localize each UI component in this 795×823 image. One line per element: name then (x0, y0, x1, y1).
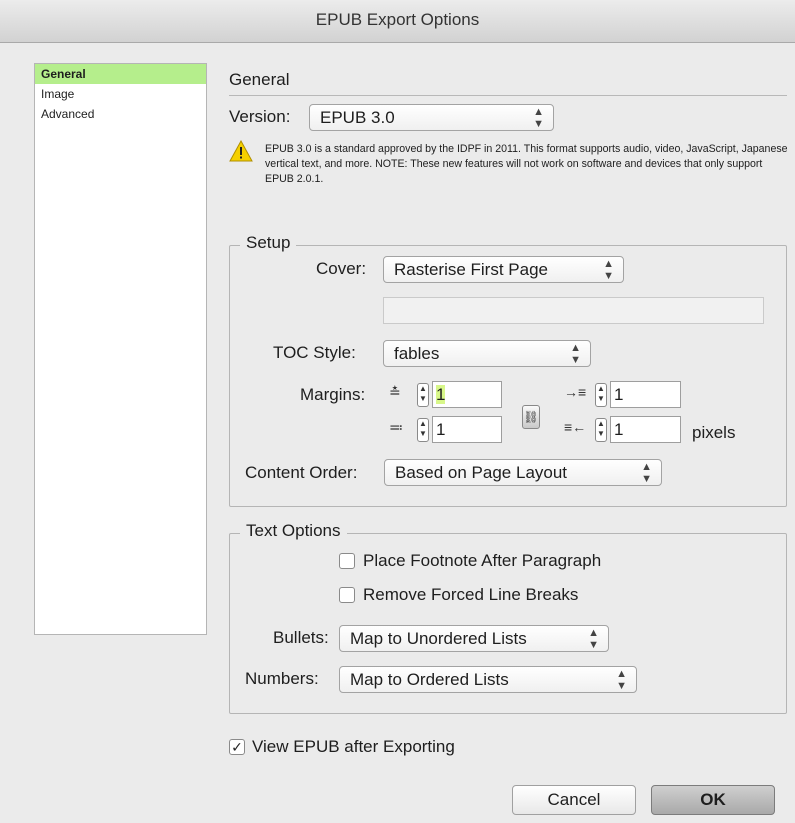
ok-button[interactable]: OK (651, 785, 775, 815)
cover-label: Cover: (316, 259, 367, 278)
view-after-checkbox[interactable]: ✓ (229, 739, 245, 755)
version-popup[interactable]: EPUB 3.0 ▲ ▼ (309, 104, 554, 131)
updown-arrows-icon: ▲ ▼ (603, 258, 614, 282)
line-breaks-checkbox[interactable] (339, 587, 355, 603)
version-value: EPUB 3.0 (320, 108, 395, 127)
toc-style-label: TOC Style: (273, 343, 356, 362)
updown-arrows-icon: ▲ ▼ (641, 461, 652, 485)
sidebar-item-advanced[interactable]: Advanced (35, 104, 206, 124)
sidebar-item-image[interactable]: Image (35, 84, 206, 104)
margin-top-field[interactable]: 1 (432, 381, 502, 408)
numbers-label: Numbers: (245, 669, 319, 688)
margin-bottom-icon: ≕ (389, 419, 403, 435)
margin-top-stepper[interactable]: ▲ ▼ (417, 383, 429, 407)
margin-right-stepper[interactable]: ▲ ▼ (595, 418, 607, 442)
margins-label: Margins: (300, 385, 366, 404)
toc-style-popup[interactable]: fables ▲ ▼ (383, 340, 591, 367)
sidebar-list: General Image Advanced (34, 63, 207, 635)
margins-unit: pixels (692, 423, 736, 442)
margin-left-stepper[interactable]: ▲ ▼ (595, 383, 607, 407)
line-breaks-label: Remove Forced Line Breaks (363, 585, 579, 604)
version-label: Version: (229, 107, 291, 126)
numbers-popup[interactable]: Map to Ordered Lists ▲ ▼ (339, 666, 637, 693)
footnote-checkbox[interactable] (339, 553, 355, 569)
view-after-label: View EPUB after Exporting (252, 737, 455, 756)
updown-arrows-icon: ▲ ▼ (616, 668, 627, 692)
warning-icon (229, 139, 253, 162)
content-order-value: Based on Page Layout (395, 463, 568, 482)
version-note: EPUB 3.0 is a standard approved by the I… (265, 143, 788, 185)
section-title: General (229, 70, 290, 89)
margin-right-icon: ≡← (564, 419, 587, 435)
text-options-legend: Text Options (240, 521, 347, 541)
bullets-label: Bullets: (273, 628, 329, 647)
content-order-popup[interactable]: Based on Page Layout ▲ ▼ (384, 459, 662, 486)
cover-popup[interactable]: Rasterise First Page ▲ ▼ (383, 256, 624, 283)
numbers-value: Map to Ordered Lists (350, 670, 509, 689)
margin-top-icon: ≛ (389, 384, 401, 400)
window-title: EPUB Export Options (0, 0, 795, 43)
updown-arrows-icon: ▲ ▼ (588, 627, 599, 651)
setup-legend: Setup (240, 233, 297, 253)
updown-arrows-icon: ▲ ▼ (570, 342, 581, 366)
margin-left-icon: →≡ (564, 384, 587, 400)
margin-bottom-stepper[interactable]: ▲ ▼ (417, 418, 429, 442)
chain-link-icon[interactable]: ⛓ (522, 405, 540, 429)
updown-arrows-icon: ▲ ▼ (533, 106, 544, 130)
bullets-popup[interactable]: Map to Unordered Lists ▲ ▼ (339, 625, 609, 652)
toc-style-value: fables (394, 344, 440, 363)
section-divider (229, 95, 787, 96)
footnote-label: Place Footnote After Paragraph (363, 551, 602, 570)
margin-bottom-field[interactable]: 1 (432, 416, 502, 443)
sidebar-item-general[interactable]: General (35, 64, 206, 84)
cover-image-path-field (383, 297, 764, 324)
cancel-button[interactable]: Cancel (512, 785, 636, 815)
margin-left-field[interactable]: 1 (610, 381, 681, 408)
margin-right-field[interactable]: 1 (610, 416, 681, 443)
bullets-value: Map to Unordered Lists (350, 629, 527, 648)
content-order-label: Content Order: (245, 463, 358, 482)
cover-value: Rasterise First Page (394, 260, 548, 279)
